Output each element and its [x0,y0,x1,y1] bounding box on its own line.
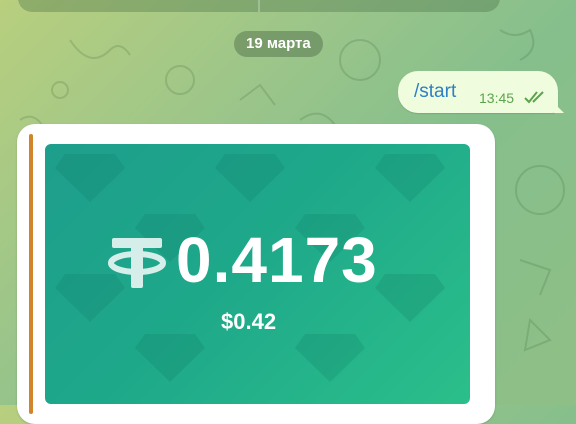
outgoing-message-bubble[interactable]: /start 13:45 [398,71,564,113]
token-amount: 0.4173 [176,224,378,296]
usd-equivalent: $0.42 [221,309,277,334]
message-time: 13:45 [479,90,515,106]
previous-message-keyboard-stub [18,0,500,12]
double-check-icon [524,91,544,104]
bubble-tail [554,103,564,113]
date-separator: 19 марта [234,31,323,57]
tether-icon [108,238,166,288]
keyboard-divider [258,0,260,12]
outgoing-command-text[interactable]: /start [414,81,456,103]
link-preview-accent-bar [29,134,33,414]
